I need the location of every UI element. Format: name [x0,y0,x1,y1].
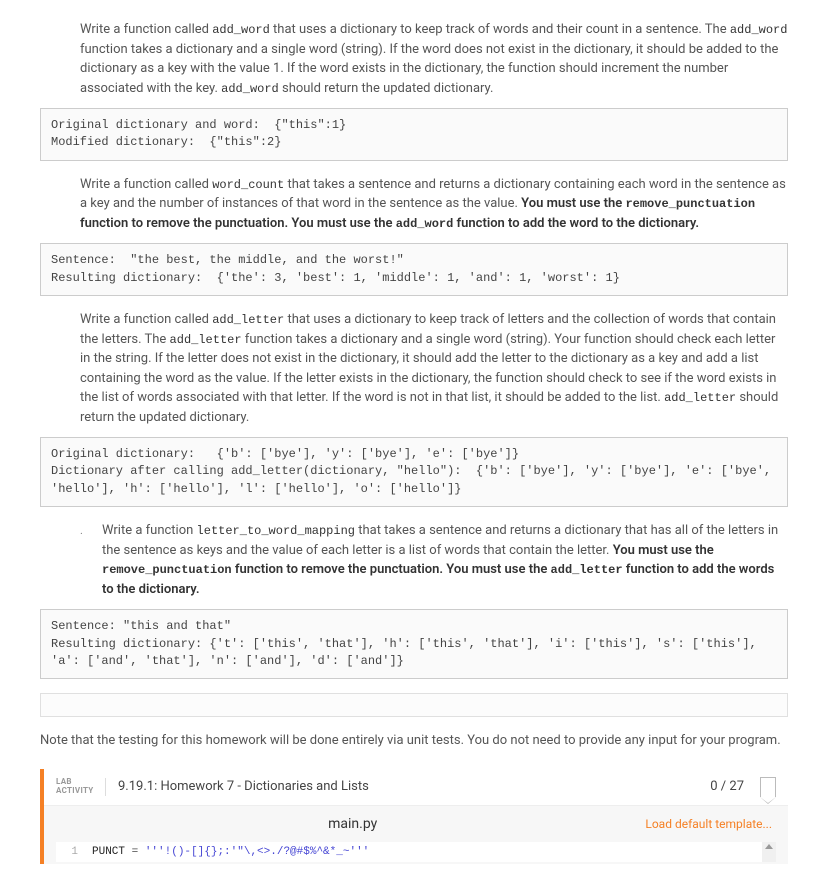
lab-title: 9.19.1: Homework 7 - Dictionaries and Li… [106,779,710,794]
text: You must use the [613,543,714,558]
task-add-word: Write a function called add_word that us… [40,20,788,98]
lab-activity-card: LAB ACTIVITY 9.19.1: Homework 7 - Dictio… [40,769,788,864]
fn-name: remove_punctuation [625,197,755,211]
load-default-template-link[interactable]: Load default template... [645,817,772,831]
line-number: 1 [56,846,78,858]
scrollbar[interactable] [762,842,776,862]
text: Write a function called [80,177,212,192]
task-word-count: Write a function called word_count that … [40,175,788,234]
editor-header: main.py Load default template... [44,806,788,842]
text: You must use the [521,196,625,211]
text: function to remove the punctuation. You … [80,216,396,231]
text: should return the updated dictionary. [282,81,493,96]
fn-name: add_letter [664,391,736,405]
fn-name: letter_to_word_mapping [197,524,355,538]
fn-name: add_word [212,23,270,37]
code-example-add-letter: Original dictionary: {'b': ['bye'], 'y':… [40,437,788,507]
fn-name: add_letter [551,563,623,577]
fn-name: remove_punctuation [102,563,232,577]
task-letter-to-word-mapping: . Write a function letter_to_word_mappin… [40,521,788,599]
line-number-gutter: 1 [56,842,86,862]
code-content[interactable]: PUNCT = '''!()-[]{};:'"\,<>./?@#$%^&*_~'… [86,842,762,862]
list-marker: . [80,521,102,599]
fn-name: add_word [396,217,454,231]
text: that uses a dictionary to keep track of … [273,22,730,37]
separator-bar [40,693,788,717]
code-token-op: = [125,846,145,858]
editor-filename: main.py [60,816,645,832]
fn-name: add_word [730,23,788,37]
text: function to add the word to the dictiona… [457,216,700,231]
code-example-letter-mapping: Sentence: "this and that" Resulting dict… [40,609,788,679]
scroll-up-icon[interactable] [765,844,773,849]
text: function to remove the punctuation. You … [235,562,551,577]
fn-name: add_letter [170,333,242,347]
fn-name: add_word [221,82,279,96]
text: Write a function called [80,22,212,37]
bookmark-icon[interactable] [760,777,776,797]
code-example-add-word: Original dictionary and word: {"this":1}… [40,108,788,161]
code-token-string: '''!()-[]{};:'"\,<>./?@#$%^&*_~''' [145,846,369,858]
lab-header: LAB ACTIVITY 9.19.1: Homework 7 - Dictio… [44,769,788,806]
code-token-var: PUNCT [92,846,125,858]
code-editor[interactable]: 1 PUNCT = '''!()-[]{};:'"\,<>./?@#$%^&*_… [56,842,776,862]
code-example-word-count: Sentence: "the best, the middle, and the… [40,243,788,296]
fn-name: word_count [212,178,284,192]
text: Write a function called [80,312,212,327]
lab-score: 0 / 27 [710,779,754,794]
testing-note: Note that the testing for this homework … [40,731,788,751]
text: Write a function [102,523,197,538]
task-add-letter: Write a function called add_letter that … [40,310,788,427]
lab-activity-label: LAB ACTIVITY [56,778,106,796]
fn-name: add_letter [212,313,284,327]
